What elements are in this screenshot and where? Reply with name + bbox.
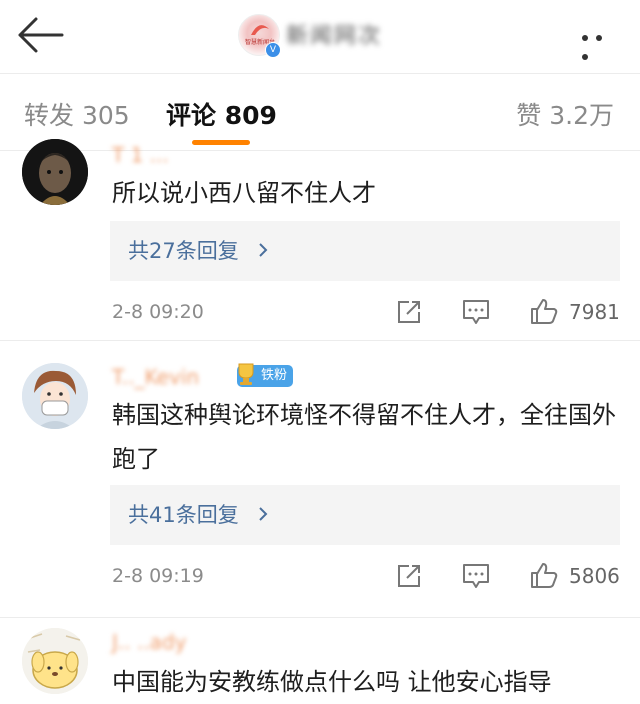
share-icon[interactable] (396, 299, 422, 325)
comment-text: 所以说小西八留不住人才 (112, 179, 376, 207)
avatar[interactable] (22, 628, 88, 694)
fan-badge: 铁粉 (237, 363, 294, 387)
more-dots-icon[interactable] (582, 26, 622, 60)
avatar-image (22, 363, 88, 429)
comment-text: 中国能为安教练做点什么吗 让他安心指导 (112, 668, 552, 696)
comment-time: 2-8 09:19 (112, 565, 204, 587)
comment-item: T 1 ... 所以说小西八留不住人才 共27条回复 2-8 09:20 798… (0, 139, 640, 339)
avatar[interactable] (22, 363, 88, 429)
replies-button[interactable]: 共27条回复 (110, 221, 620, 281)
fan-badge-label: 铁粉 (261, 368, 288, 383)
comment-item: T.._Kevin 铁粉 韩国这种舆论环境怪不得留不住人才，全往国外跑了 共41… (0, 341, 640, 621)
avatar-image (22, 139, 88, 205)
comment-text: 韩国这种舆论环境怪不得留不住人才，全往国外跑了 (112, 401, 616, 473)
replies-label: 共27条回复 (128, 239, 239, 263)
replies-button[interactable]: 共41条回复 (110, 485, 620, 545)
comment-time: 2-8 09:20 (112, 301, 204, 323)
comment-username[interactable]: T 1 ... (112, 143, 169, 167)
trophy-icon (238, 363, 254, 385)
comment-username[interactable]: J.. ..ady (112, 630, 186, 654)
tab-bar: 转发 305 评论 809 赞 3.2万 (0, 74, 640, 152)
comment-icon[interactable] (462, 563, 490, 589)
thumbs-up-icon[interactable] (530, 297, 558, 325)
chevron-right-icon (259, 243, 268, 257)
comment-username[interactable]: T.._Kevin (112, 365, 199, 389)
comment-item: J.. ..ady 中国能为安教练做点什么吗 让他安心指导 (0, 618, 640, 702)
verified-badge: V (265, 42, 281, 58)
like-count: 7981 (569, 300, 620, 324)
replies-label: 共41条回复 (128, 503, 239, 527)
avatar[interactable] (22, 139, 88, 205)
arrow-left-icon[interactable] (14, 14, 66, 56)
chevron-right-icon (259, 507, 268, 521)
top-bar: 智慧新闻台 V 新闻网次 (0, 0, 640, 73)
active-tab-indicator (192, 140, 250, 145)
tab-comments[interactable]: 评论 809 (166, 96, 277, 132)
avatar-image (22, 628, 88, 694)
account-name[interactable]: 新闻网次 (286, 18, 416, 50)
like-count: 5806 (569, 564, 620, 588)
thumbs-up-icon[interactable] (530, 561, 558, 589)
tab-reposts[interactable]: 转发 305 (24, 96, 130, 132)
tab-likes[interactable]: 赞 3.2万 (516, 96, 614, 132)
comment-icon[interactable] (462, 299, 490, 325)
share-icon[interactable] (396, 563, 422, 589)
